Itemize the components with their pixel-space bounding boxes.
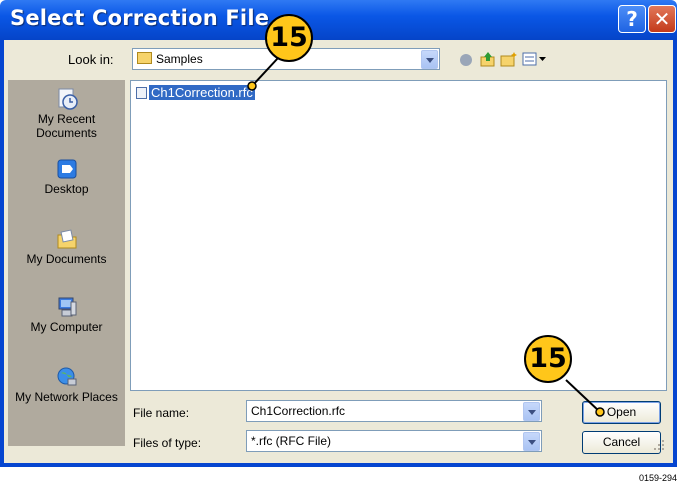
callout-badge-top: 15 — [265, 14, 313, 62]
callout-top-leader-line — [251, 57, 279, 87]
callout-badge-bottom: 15 — [524, 335, 572, 383]
callout-top-anchor — [247, 81, 257, 91]
callout-leader-lines — [247, 57, 605, 417]
callout-bottom-leader-line — [565, 379, 601, 413]
figure-caption: 0159-294 — [638, 473, 677, 483]
callout-bottom-anchor — [595, 407, 605, 417]
